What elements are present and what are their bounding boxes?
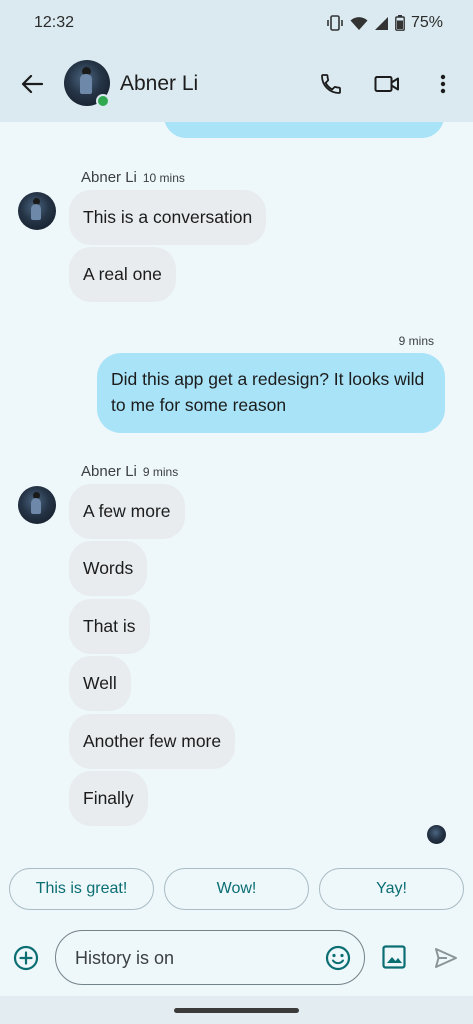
signal-icon <box>374 16 389 31</box>
message-timestamp: 10 mins <box>142 171 185 185</box>
add-attachment-button[interactable] <box>13 945 39 971</box>
emoji-icon <box>325 945 351 971</box>
sender-name: Abner Li <box>81 169 137 186</box>
more-vert-icon <box>440 74 446 94</box>
phone-call-button[interactable] <box>317 70 345 98</box>
compose-bar <box>0 928 473 988</box>
conversation-header: Abner Li <box>0 46 473 122</box>
emoji-button[interactable] <box>324 944 352 972</box>
message-bubble-incoming[interactable]: This is a conversation <box>69 190 267 245</box>
video-call-button[interactable] <box>373 70 401 98</box>
status-icons: 75% <box>326 14 443 32</box>
message-list[interactable]: Abner Li 10 mins This is a conversation A… <box>0 122 473 862</box>
phone-icon <box>321 74 341 94</box>
sender-name: Abner Li <box>81 463 137 480</box>
message-bubble-incoming[interactable]: Finally <box>69 771 148 826</box>
header-actions <box>317 70 457 98</box>
back-button[interactable] <box>18 70 46 98</box>
sender-avatar[interactable] <box>18 192 56 230</box>
smart-reply-chip[interactable]: Wow! <box>164 868 309 910</box>
smart-reply-bar: This is great! Wow! Yay! <box>9 868 464 910</box>
system-navigation-bar <box>0 996 473 1024</box>
battery-percent: 75% <box>410 14 443 31</box>
status-time: 12:32 <box>34 14 75 31</box>
smart-reply-chip[interactable]: This is great! <box>9 868 154 910</box>
sender-header: Abner Li 10 mins <box>81 169 185 186</box>
battery-icon <box>395 15 405 31</box>
message-bubble-incoming[interactable]: A few more <box>69 484 185 539</box>
wifi-icon <box>350 16 368 31</box>
vibrate-icon <box>326 15 344 31</box>
home-gesture-handle[interactable] <box>174 1008 299 1013</box>
gallery-button[interactable] <box>381 944 407 970</box>
message-input-container[interactable] <box>55 930 365 985</box>
message-timestamp: 9 mins <box>398 334 434 348</box>
smart-reply-chip[interactable]: Yay! <box>319 868 464 910</box>
message-timestamp: 9 mins <box>142 465 179 479</box>
send-icon <box>435 948 457 968</box>
message-input[interactable] <box>75 945 315 971</box>
contact-name[interactable]: Abner Li <box>120 72 198 96</box>
sender-header: Abner Li 9 mins <box>81 463 178 480</box>
image-icon <box>382 945 406 969</box>
message-bubble-incoming[interactable]: Words <box>69 541 148 596</box>
message-bubble-incoming[interactable]: Another few more <box>69 714 236 769</box>
arrow-back-icon <box>21 74 43 94</box>
message-bubble-incoming[interactable]: A real one <box>69 247 176 302</box>
sender-avatar[interactable] <box>18 486 56 524</box>
add-circle-icon <box>13 945 39 971</box>
status-bar: 12:32 75% <box>0 0 473 46</box>
send-button[interactable] <box>433 945 459 971</box>
video-call-icon <box>374 76 399 92</box>
more-options-button[interactable] <box>429 70 457 98</box>
message-bubble-outgoing-partial[interactable] <box>164 122 444 138</box>
message-bubble-outgoing[interactable]: Did this app get a redesign? It looks wi… <box>97 353 445 433</box>
message-bubble-incoming[interactable]: That is <box>69 599 150 654</box>
message-bubble-incoming[interactable]: Well <box>69 656 131 711</box>
read-receipt-avatar <box>427 825 446 844</box>
online-status-indicator <box>96 94 110 108</box>
